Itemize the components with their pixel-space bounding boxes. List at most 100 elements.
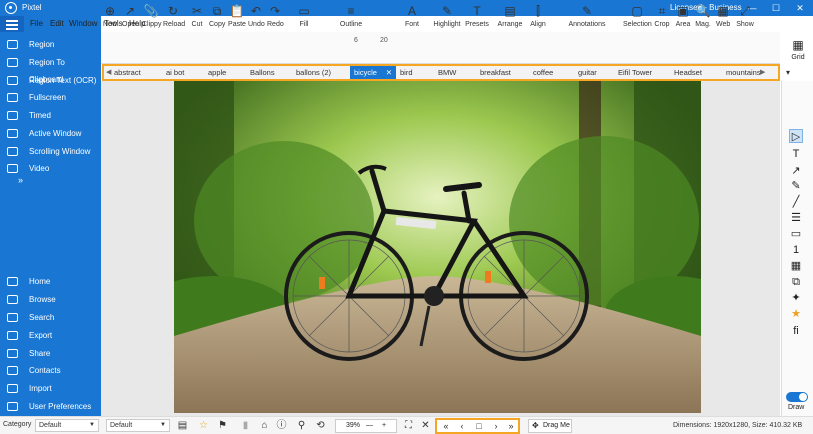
- sidebar-item-fullscreen[interactable]: Fullscreen: [0, 89, 101, 106]
- effects-icon[interactable]: ✦: [789, 291, 803, 305]
- flag-icon[interactable]: ⚑: [216, 419, 229, 432]
- text-icon[interactable]: T: [789, 147, 803, 161]
- tab-dropdown-icon[interactable]: ▾: [782, 66, 794, 79]
- first-image-button[interactable]: «: [439, 420, 453, 432]
- arrange-button[interactable]: ▤ Arrange: [497, 2, 523, 31]
- sidebar-item-browse[interactable]: Browse: [0, 291, 101, 308]
- mag-button[interactable]: 🔍 Mag.: [694, 2, 712, 31]
- tab-abstract[interactable]: abstract: [114, 66, 162, 79]
- last-image-button[interactable]: »: [504, 420, 518, 432]
- arrow-icon[interactable]: ↗: [789, 164, 803, 178]
- sidebar-item-user-preferences[interactable]: User Preferences: [0, 398, 101, 415]
- sidebar-item-share[interactable]: Share: [0, 345, 101, 362]
- sidebar-item-region-text-ocr[interactable]: Region Text (OCR): [0, 72, 101, 89]
- close-window-button[interactable]: ✕: [789, 0, 811, 16]
- current-image-icon[interactable]: □: [472, 420, 486, 432]
- zoom-control[interactable]: 39% — +: [335, 419, 397, 433]
- web-button[interactable]: ▦ Web: [716, 2, 730, 31]
- actual-size-icon[interactable]: ✕: [419, 419, 432, 432]
- sidebar-item-video[interactable]: Video: [0, 160, 101, 177]
- menu-window[interactable]: Window: [69, 16, 97, 32]
- tag-icon[interactable]: ⌂: [258, 419, 271, 432]
- image-icon[interactable]: ▦: [789, 259, 803, 273]
- category-select[interactable]: Default ▼: [35, 419, 99, 432]
- new-button[interactable]: ⊕ New: [103, 2, 117, 31]
- font-size-value[interactable]: 20: [380, 37, 388, 44]
- maximize-button[interactable]: ☐: [765, 0, 787, 16]
- fill-button[interactable]: ▭ Fill: [290, 2, 318, 31]
- presets-button[interactable]: T Presets: [464, 2, 490, 31]
- tab-mountains[interactable]: mountains: [726, 66, 761, 79]
- menu-edit[interactable]: Edit: [50, 16, 64, 32]
- tab-ai-bot[interactable]: ai bot: [166, 66, 204, 79]
- font-button[interactable]: A Font: [402, 2, 422, 31]
- favorite-star-icon[interactable]: ☆: [197, 419, 210, 432]
- annotations-button[interactable]: ✎ Annotations: [564, 2, 610, 31]
- tab-bmw[interactable]: BMW: [438, 66, 476, 79]
- tab-scroll-left-icon[interactable]: ◀: [106, 66, 111, 79]
- tab-guitar[interactable]: guitar: [578, 66, 614, 79]
- clippy-button[interactable]: 📎 Clippy: [142, 2, 161, 31]
- tab-breakfast[interactable]: breakfast: [480, 66, 529, 79]
- highlight-button[interactable]: ✎ Highlight: [433, 2, 461, 31]
- blur-icon[interactable]: ☰: [789, 211, 803, 225]
- hamburger-menu-icon[interactable]: [0, 16, 24, 32]
- sidebar-item-timed[interactable]: Timed: [0, 107, 101, 124]
- close-tab-icon[interactable]: ✕: [386, 66, 392, 79]
- menu-file[interactable]: File: [30, 16, 43, 32]
- font-icon[interactable]: fi: [789, 324, 803, 338]
- sidebar-item-home[interactable]: Home: [0, 273, 101, 290]
- info-panel-icon[interactable]: ▤: [176, 419, 189, 432]
- show-button[interactable]: ⤢ Show: [736, 2, 754, 31]
- share-link-icon[interactable]: ⚲: [295, 419, 308, 432]
- sidebar-item-scrolling-window[interactable]: Scrolling Window: [0, 143, 101, 160]
- bicycle-photo[interactable]: [174, 81, 701, 413]
- tab-ballons-2[interactable]: ballons (2): [296, 66, 346, 79]
- pointer-icon[interactable]: ▷: [789, 129, 803, 143]
- tab-ballons[interactable]: Ballons: [250, 66, 292, 79]
- grid-button[interactable]: ▦ Grid: [785, 36, 811, 64]
- tab-coffee[interactable]: coffee: [533, 66, 573, 79]
- outline-button[interactable]: ≡ Outline: [338, 2, 364, 31]
- fit-screen-icon[interactable]: ⛶: [402, 419, 415, 432]
- selection-button[interactable]: ▢ Selection: [623, 2, 652, 31]
- sidebar-item-import[interactable]: Import: [0, 380, 101, 397]
- stamp-icon[interactable]: ⧉: [789, 275, 803, 289]
- history-icon[interactable]: ⟲: [314, 419, 327, 432]
- line-icon[interactable]: ╱: [789, 195, 803, 209]
- paste-button[interactable]: 📋 Paste: [228, 2, 246, 31]
- info-icon[interactable]: ⓘ: [275, 419, 288, 432]
- tab-apple[interactable]: apple: [208, 66, 246, 79]
- crop-button[interactable]: ⌗ Crop: [654, 2, 670, 31]
- reload-button[interactable]: ↻ Reload: [163, 2, 185, 31]
- sidebar-item-search[interactable]: Search: [0, 309, 101, 326]
- undo-button[interactable]: ↶ Undo: [248, 2, 265, 31]
- drag-me-button[interactable]: ✥ Drag Me: [528, 419, 572, 433]
- draw-toggle[interactable]: [786, 392, 808, 402]
- pen-icon[interactable]: ✎: [789, 179, 803, 193]
- sidebar-item-region-to-clipboard[interactable]: Region To Clipboard: [0, 54, 101, 84]
- tab-headset[interactable]: Headset: [674, 66, 722, 79]
- tab-eifil-tower[interactable]: Eifil Tower: [618, 66, 670, 79]
- counter-icon[interactable]: 1: [789, 243, 803, 257]
- open-button[interactable]: ↗ Open: [122, 2, 139, 31]
- sidebar-item-region[interactable]: Region: [0, 36, 101, 53]
- cut-button[interactable]: ✂ Cut: [190, 2, 204, 31]
- copy-button[interactable]: ⧉ Copy: [209, 2, 225, 31]
- zoom-in-button[interactable]: +: [382, 420, 386, 432]
- sidebar-item-export[interactable]: Export: [0, 327, 101, 344]
- next-image-button[interactable]: ›: [489, 420, 503, 432]
- star-icon[interactable]: ★: [789, 307, 803, 321]
- zoom-out-button[interactable]: —: [366, 420, 373, 432]
- shape-icon[interactable]: ▭: [789, 227, 803, 241]
- tab-bird[interactable]: bird: [400, 66, 434, 79]
- tab-scroll-right-icon[interactable]: ▶: [760, 66, 765, 79]
- area-button[interactable]: ▣ Area: [675, 2, 691, 31]
- tab-bicycle[interactable]: bicycle ✕: [350, 66, 396, 79]
- redo-button[interactable]: ↷ Redo: [267, 2, 284, 31]
- bookmark-icon[interactable]: ▮: [239, 419, 252, 432]
- sidebar-more-icon[interactable]: »: [18, 175, 23, 185]
- align-button[interactable]: ⫿ Align: [528, 2, 548, 31]
- preset-select[interactable]: Default ▼: [106, 419, 170, 432]
- outline-width-value[interactable]: 6: [354, 37, 358, 44]
